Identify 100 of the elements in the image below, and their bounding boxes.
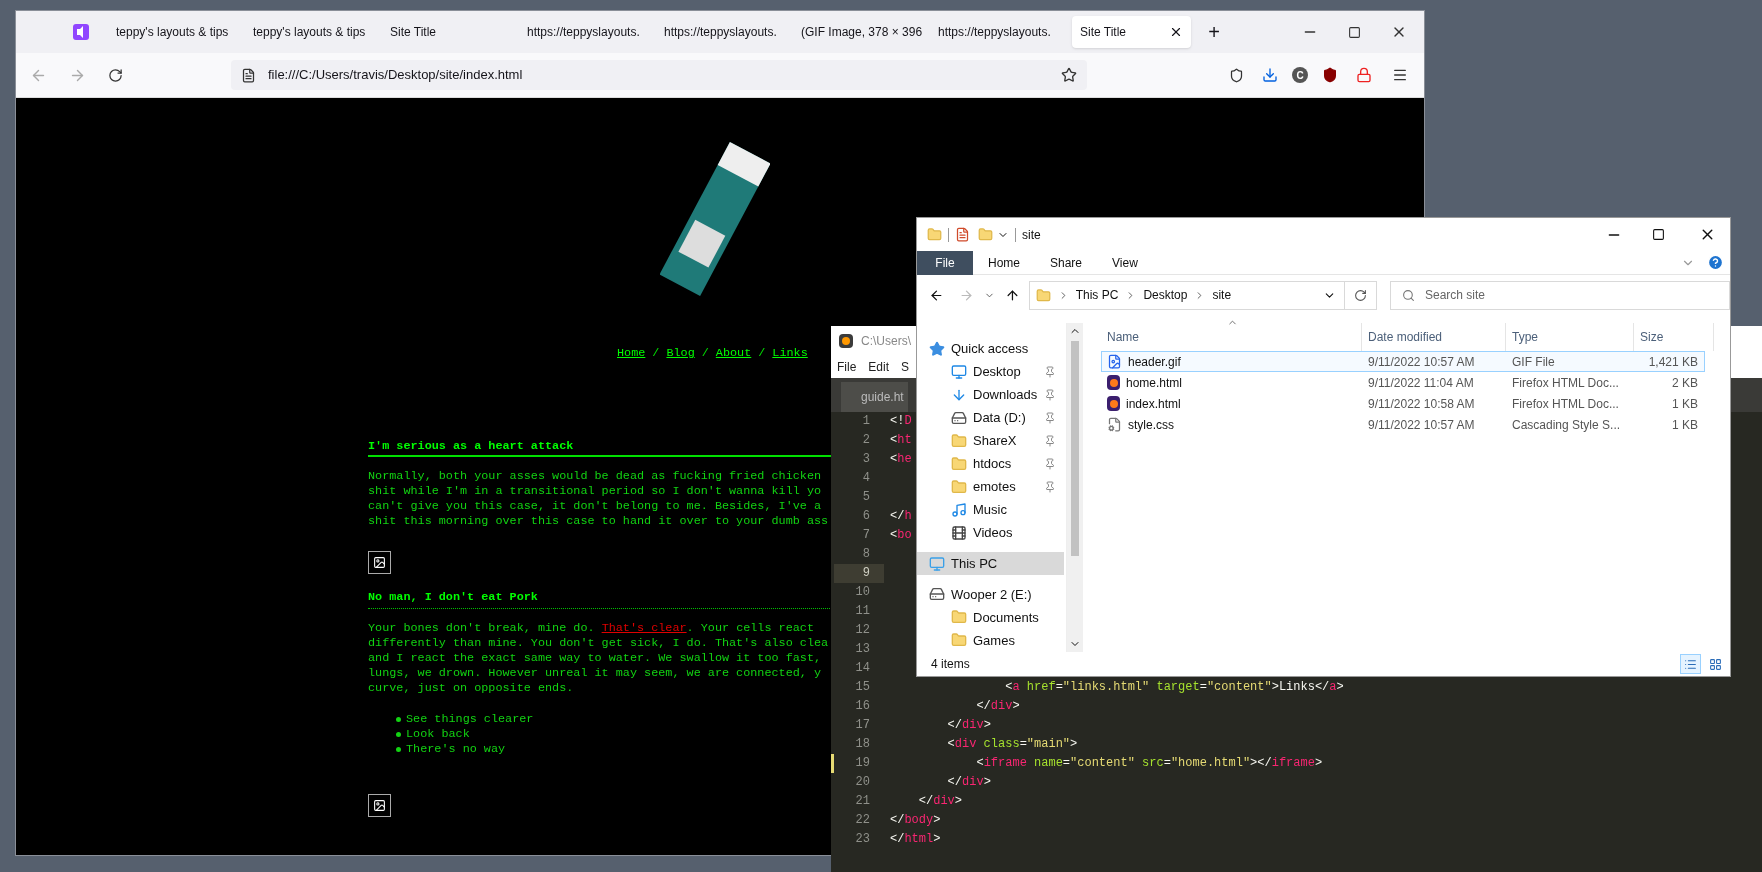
- url-text: file:///C:/Users/travis/Desktop/site/index.html: [268, 66, 523, 85]
- browser-tab[interactable]: https://teppyslayouts.: [926, 16, 1063, 48]
- line-number: 1: [862, 413, 870, 430]
- browser-tab[interactable]: teppy's layouts & tips: [241, 16, 378, 48]
- app-icon: [839, 334, 853, 348]
- folder-icon: [1035, 287, 1051, 303]
- nav-separator: /: [758, 346, 766, 361]
- browser-tab[interactable]: https://teppyslayouts.: [652, 16, 789, 48]
- nav-item[interactable]: ShareX: [917, 429, 1064, 453]
- code-line: <!D: [890, 413, 912, 430]
- window-title: site: [1022, 226, 1041, 244]
- file-row[interactable]: index.html 9/11/2022 10:58 AM Firefox HTML Doc... 1 KB: [1101, 393, 1705, 414]
- settings-file-icon: [1107, 417, 1122, 432]
- nav-link[interactable]: Links: [772, 346, 808, 361]
- help-icon[interactable]: [1707, 254, 1724, 271]
- nav-item[interactable]: Wooper 2 (E:): [917, 582, 1064, 606]
- line-number: 7: [862, 527, 870, 544]
- ribbon-tab[interactable]: Home: [973, 250, 1035, 275]
- address-bar[interactable]: file:///C:/Users/travis/Desktop/site/index.html: [231, 60, 1087, 90]
- line-number: 23: [855, 831, 870, 848]
- maximize-icon[interactable]: [1348, 25, 1361, 39]
- nav-item[interactable]: htdocs: [917, 452, 1064, 476]
- file-row[interactable]: header.gif 9/11/2022 10:57 AM GIF File 1,421 KB: [1101, 351, 1705, 372]
- line-number: 4: [862, 470, 870, 487]
- scrollbar[interactable]: [1067, 323, 1083, 652]
- new-tab-button[interactable]: +: [1200, 18, 1228, 46]
- nav-link[interactable]: About: [715, 346, 752, 361]
- nav-item[interactable]: Quick access: [917, 337, 1064, 361]
- paragraph-line: shit while I'm in a transitional period so I don't wanna kill yo: [368, 484, 822, 499]
- paragraph-line: Normally, both your asses would be dead as fucking fried chicken: [368, 469, 822, 484]
- reload-icon[interactable]: [108, 67, 123, 83]
- account-avatar[interactable]: C: [1292, 67, 1308, 83]
- browser-tab[interactable]: Site Title: [378, 16, 515, 48]
- menu-item[interactable]: S: [901, 358, 910, 376]
- list-item: There's no way: [406, 742, 506, 757]
- file-tab[interactable]: guide.ht: [841, 382, 908, 412]
- text-link[interactable]: That's clear: [601, 621, 687, 636]
- nav-item[interactable]: Desktop: [917, 360, 1064, 384]
- close-icon[interactable]: [1169, 25, 1183, 39]
- code-line: </h: [890, 508, 912, 525]
- file-row[interactable]: home.html 9/11/2022 11:04 AM Firefox HTML Doc... 2 KB: [1101, 372, 1705, 393]
- search-field[interactable]: Search site: [1390, 280, 1730, 310]
- code-line: <ht: [890, 432, 912, 449]
- folder-icon: [951, 478, 967, 495]
- list-item: See things clearer: [406, 712, 534, 727]
- code-line: </div>: [946, 774, 991, 791]
- browser-tab[interactable]: https://teppyslayouts.: [515, 16, 652, 48]
- window-title: C:\Users\: [861, 333, 911, 350]
- music-icon: [951, 501, 967, 518]
- nav-item[interactable]: This PC: [917, 552, 1064, 576]
- line-number: 21: [855, 793, 870, 810]
- bookmark-star-icon[interactable]: [1061, 67, 1077, 83]
- nav-link[interactable]: Home: [617, 346, 646, 361]
- browser-tab[interactable]: teppy's layouts & tips: [104, 16, 241, 48]
- lock-extension-icon[interactable]: [1356, 67, 1372, 83]
- nav-item[interactable]: Documents: [917, 605, 1064, 629]
- nav-item[interactable]: Music: [917, 498, 1064, 522]
- browser-file-icon: [1107, 396, 1120, 411]
- code-line: <bo: [890, 527, 912, 544]
- nav-item[interactable]: Data (D:): [917, 406, 1064, 430]
- menu-item[interactable]: Edit: [868, 358, 890, 376]
- up-icon[interactable]: [1004, 287, 1020, 303]
- maximize-icon[interactable]: [1652, 228, 1665, 241]
- nav-link[interactable]: Blog: [666, 346, 695, 361]
- grid-icon: [1709, 657, 1722, 671]
- line-number: 16: [855, 698, 870, 715]
- breadcrumb[interactable]: Desktop: [1143, 286, 1188, 304]
- nav-item[interactable]: Games: [917, 628, 1064, 652]
- menu-icon[interactable]: [1392, 67, 1408, 83]
- broken-image-icon: [368, 551, 391, 574]
- refresh-icon[interactable]: [1354, 288, 1367, 302]
- nav-item[interactable]: emotes: [917, 475, 1064, 499]
- paragraph-line: . Your cells react: [686, 621, 814, 636]
- shield-extension-icon[interactable]: [1322, 67, 1338, 83]
- file-menu-button[interactable]: File: [917, 250, 973, 275]
- browser-tab[interactable]: Site Title: [1072, 16, 1191, 48]
- breadcrumb[interactable]: This PC: [1075, 286, 1119, 304]
- file-row[interactable]: style.css 9/11/2022 10:57 AM Cascading Style S... 1 KB: [1101, 414, 1705, 435]
- back-icon[interactable]: [929, 287, 944, 303]
- nav-item[interactable]: Videos: [917, 521, 1064, 545]
- line-number: 17: [855, 717, 870, 734]
- browser-tab[interactable]: (GIF Image, 378 × 396: [789, 16, 926, 48]
- ribbon-tab[interactable]: View: [1097, 250, 1153, 275]
- menu-item[interactable]: File: [837, 358, 857, 376]
- breadcrumb[interactable]: site: [1212, 286, 1232, 304]
- nav-item[interactable]: Downloads: [917, 383, 1064, 407]
- properties-icon[interactable]: [955, 227, 970, 242]
- view-button[interactable]: [1680, 654, 1701, 674]
- code-line: </div>: [917, 793, 963, 810]
- line-number: 6: [862, 508, 870, 525]
- download-icon[interactable]: [1262, 67, 1278, 83]
- line-number: 3: [862, 451, 870, 468]
- address-field[interactable]: This PC Desktop site: [1028, 280, 1377, 310]
- line-number: 15: [855, 679, 870, 696]
- list-item: Look back: [406, 727, 470, 742]
- paragraph-line: lungs, we drown. However unreal it may seem, we are connected, y: [368, 666, 822, 681]
- paragraph-line: differently than mine. You don't get sick, I do. That's also clea: [368, 636, 829, 651]
- code-line: <iframe name="content" src="home.html"></iframe>: [975, 755, 1323, 772]
- bullet-icon: [396, 717, 401, 722]
- ribbon-tab[interactable]: Share: [1035, 250, 1098, 275]
